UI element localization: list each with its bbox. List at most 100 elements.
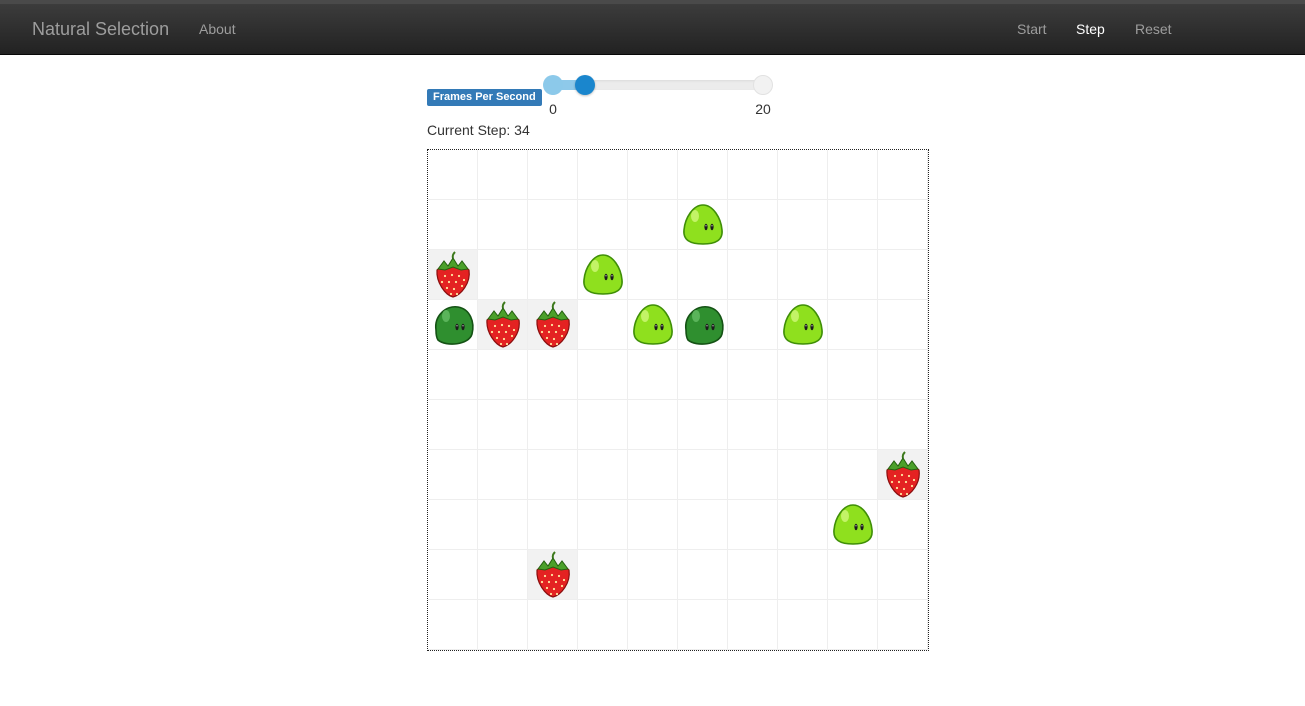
grid-cell [678,250,728,300]
grid-cell [528,400,578,450]
grid-cell [828,350,878,400]
grid-cell [628,350,678,400]
nav-step-link[interactable]: Step [1076,21,1105,37]
grid-cell [478,400,528,450]
grid-cell [678,550,728,600]
strawberry-icon [536,301,570,348]
nav-reset-link[interactable]: Reset [1135,21,1172,37]
grid-cell [678,600,728,650]
grid-cell [678,450,728,500]
grid-cell [528,150,578,200]
grid-cell [728,350,778,400]
grid-cell [678,150,728,200]
grid-cell [578,300,628,350]
grid-cell [478,550,528,600]
grid-cell [478,200,528,250]
light-creature-icon [783,304,823,345]
grid-cell [428,600,478,650]
grid-cell [878,150,928,200]
grid-cell [828,150,878,200]
grid-cell [828,300,878,350]
grid-cell [628,450,678,500]
grid-cell [428,350,478,400]
grid-cell [778,450,828,500]
strawberry-icon [436,251,470,298]
navbar: Natural Selection About Start Step Reset [0,0,1305,55]
grid-cell [578,600,628,650]
grid-cell [828,250,878,300]
grid-cell [628,600,678,650]
grid-cell [428,400,478,450]
grid-cell [778,550,828,600]
grid-cell [878,400,928,450]
fps-slider-min-label: 0 [549,101,557,117]
grid-cell [628,200,678,250]
brand-link[interactable]: Natural Selection [32,19,169,40]
current-step-text: Current Step: 34 [427,122,530,138]
grid-cell [778,600,828,650]
grid-cell [828,550,878,600]
grid-cell [428,450,478,500]
grid-cell [878,600,928,650]
grid-cell-creature [428,300,478,350]
grid-cell [728,400,778,450]
grid-cell [528,350,578,400]
grid-cell [878,200,928,250]
grid-cell [728,200,778,250]
grid-cell [578,550,628,600]
grid-cell [628,550,678,600]
grid-cell [778,150,828,200]
grid-cell [578,150,628,200]
fps-slider-max-label: 20 [755,101,771,117]
grid-cell-creature [678,300,728,350]
dark-creature-icon [685,306,724,345]
grid-cell [478,150,528,200]
strawberry-icon [486,301,520,348]
grid-cell [528,600,578,650]
fps-slider-min-handle[interactable] [543,75,563,95]
grid-cell [878,350,928,400]
grid-cell [828,400,878,450]
grid-cell [478,500,528,550]
light-creature-icon [683,204,723,245]
grid-cell-food [428,250,478,300]
grid-cell-food [478,300,528,350]
grid-cell [428,550,478,600]
light-creature-icon [583,254,623,295]
grid-cell-creature [628,300,678,350]
grid-cell [878,250,928,300]
dark-creature-icon [435,306,474,345]
grid-cell [728,150,778,200]
grid-cell [678,400,728,450]
fps-label: Frames Per Second [427,89,542,106]
grid-cell [878,300,928,350]
grid-cell [478,250,528,300]
grid-cell [578,500,628,550]
grid-cell [528,200,578,250]
grid-cell [478,350,528,400]
nav-start-link[interactable]: Start [1017,21,1047,37]
fps-slider-handle[interactable] [574,75,595,95]
grid-cell [728,600,778,650]
fps-slider-max-handle[interactable] [753,75,773,95]
grid-cell [828,450,878,500]
grid-cell [578,200,628,250]
grid-cell [678,350,728,400]
grid-cell [578,400,628,450]
grid-cell [578,450,628,500]
light-creature-icon [633,304,673,345]
grid-cell [728,250,778,300]
grid-cell [628,250,678,300]
grid-cell-food [528,550,578,600]
grid-cell-creature [678,200,728,250]
grid-cell [728,500,778,550]
grid-cell [778,250,828,300]
nav-about-link[interactable]: About [199,21,236,37]
grid-cell [428,200,478,250]
grid-cell [878,500,928,550]
grid-cell [628,400,678,450]
grid-cell [728,300,778,350]
grid-cell [628,500,678,550]
grid-cell [728,550,778,600]
grid-cell [628,150,678,200]
